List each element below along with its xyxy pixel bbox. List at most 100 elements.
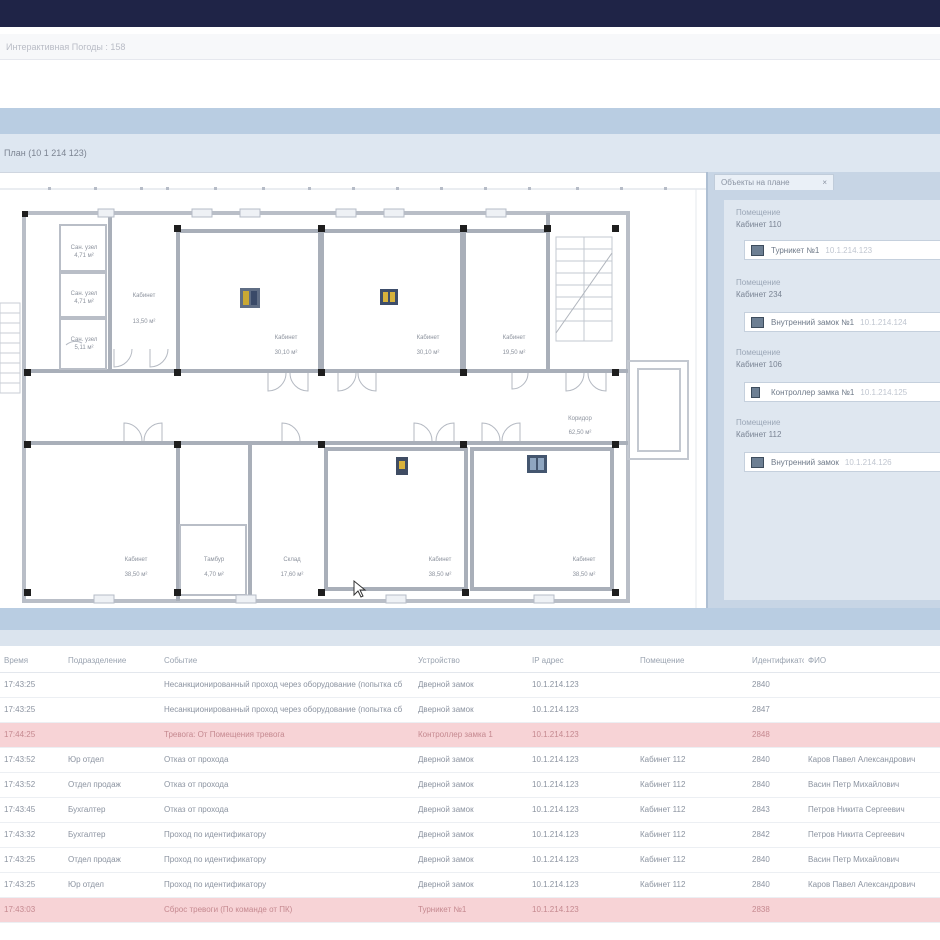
object-room[interactable]: Кабинет 112	[724, 430, 940, 444]
cell-time: 17:43:25	[0, 672, 64, 698]
cell-id: 2842	[748, 822, 804, 848]
cell-name	[804, 697, 940, 723]
cell-time: 17:43:03	[0, 897, 64, 923]
object-group: Помещение Кабинет 234 Внутренний замок №…	[724, 278, 940, 332]
column-header-device[interactable]: Устройство	[414, 650, 528, 673]
device-item[interactable]: Турникет №1 10.1.214.123	[744, 240, 940, 260]
cell-time: 17:43:45	[0, 797, 64, 823]
object-room[interactable]: Кабинет 106	[724, 360, 940, 374]
cell-name: Васин Петр Михайлович	[804, 847, 940, 873]
table-row[interactable]: 17:43:25 Несанкционированный проход чере…	[0, 697, 940, 723]
column-header-event[interactable]: Событие	[160, 650, 414, 673]
object-group: Помещение Кабинет 112 Внутренний замок 10…	[724, 418, 940, 472]
turnstile-icon	[751, 245, 764, 256]
cell-name	[804, 722, 940, 748]
room-label-name: Тамбур	[204, 557, 225, 563]
door-lock-icon[interactable]	[380, 289, 398, 305]
object-group: Помещение Кабинет 110 Турникет №1 10.1.21…	[724, 208, 940, 260]
lock-controller-icon[interactable]	[396, 457, 408, 475]
breadcrumb-bar: Интерактивная Погоды : 158	[0, 34, 940, 60]
table-row[interactable]: 17:43:52 Юр отдел Отказ от прохода Дверн…	[0, 747, 940, 773]
table-row-alarm[interactable]: 17:43:03 Сброс тревоги (По команде от ПК…	[0, 897, 940, 923]
door-lock-icon	[751, 317, 764, 328]
column-header-name[interactable]: ФИО	[804, 650, 940, 673]
table-row[interactable]: 17:43:52 Отдел продаж Отказ от прохода Д…	[0, 772, 940, 798]
right-staircase	[555, 236, 613, 342]
cell-event: Отказ от прохода	[160, 747, 414, 773]
table-row[interactable]: 17:43:25 Отдел продаж Проход по идентифи…	[0, 847, 940, 873]
cell-ip: 10.1.214.123	[528, 847, 636, 873]
section-header-band	[0, 108, 940, 134]
object-room[interactable]: Кабинет 110	[724, 220, 940, 234]
cell-room: Кабинет 112	[636, 772, 748, 798]
cell-name: Каров Павел Александрович	[804, 872, 940, 898]
close-icon[interactable]: ×	[822, 178, 827, 187]
cell-device: Дверной замок	[414, 797, 528, 823]
cell-event: Несанкционированный проход через оборудо…	[160, 697, 414, 723]
column-header-id[interactable]: Идентификатор	[748, 650, 804, 673]
internal-lock-icon	[751, 457, 764, 468]
cell-department	[64, 672, 160, 698]
cell-ip: 10.1.214.123	[528, 697, 636, 723]
room-label-area: 38,50 м²	[125, 572, 148, 578]
table-row[interactable]: 17:43:45 Бухгалтер Отказ от прохода Двер…	[0, 797, 940, 823]
cell-event: Отказ от прохода	[160, 772, 414, 798]
room-label-area: 62,50 м²	[569, 430, 592, 436]
table-row[interactable]: 17:43:32 Бухгалтер Проход по идентификат…	[0, 822, 940, 848]
objects-list: Помещение Кабинет 110 Турникет №1 10.1.21…	[724, 200, 940, 600]
device-name: Внутренний замок	[771, 458, 839, 467]
event-log-toolbar	[0, 630, 940, 646]
sanitary-cells	[59, 224, 247, 596]
cell-id: 2848	[748, 722, 804, 748]
device-item[interactable]: Контроллер замка №1 10.1.214.125	[744, 382, 940, 402]
cell-name: Каров Павел Александрович	[804, 747, 940, 773]
room-label-name: Кабинет	[503, 335, 526, 341]
cell-time: 17:43:52	[0, 747, 64, 773]
table-row[interactable]: 17:43:25 Юр отдел Проход по идентификато…	[0, 872, 940, 898]
object-group: Помещение Кабинет 106 Контроллер замка №…	[724, 348, 940, 402]
column-header-room[interactable]: Помещение	[636, 650, 748, 673]
cell-name: Петров Никита Сергеевич	[804, 797, 940, 823]
room-label-name: Коридор	[568, 416, 592, 422]
cell-device: Дверной замок	[414, 672, 528, 698]
plan-ruler	[0, 173, 706, 189]
device-item[interactable]: Внутренний замок 10.1.214.126	[744, 452, 940, 472]
cell-device: Дверной замок	[414, 847, 528, 873]
breadcrumb[interactable]: Интерактивная Погоды : 158	[6, 42, 125, 52]
column-header-department[interactable]: Подразделение	[64, 650, 160, 673]
cell-name	[804, 672, 940, 698]
cell-event: Тревога: От Помещения тревога	[160, 722, 414, 748]
room-label-area: 5,11 м²	[74, 345, 93, 351]
column-header-ip[interactable]: IP адрес	[528, 650, 636, 673]
table-row[interactable]: 17:43:25 Несанкционированный проход чере…	[0, 672, 940, 698]
column-header-time[interactable]: Время	[0, 650, 64, 673]
cell-name: Васин Петр Михайлович	[804, 772, 940, 798]
cell-department	[64, 897, 160, 923]
room-label-area: 30,10 м²	[417, 350, 440, 356]
tab-objects-on-plan[interactable]: Объекты на плане ×	[714, 174, 834, 190]
cell-time: 17:43:25	[0, 872, 64, 898]
object-type: Помещение	[736, 278, 781, 287]
room-label-name: Кабинет	[275, 335, 298, 341]
object-room[interactable]: Кабинет 234	[724, 290, 940, 304]
turnstile-icon[interactable]	[240, 288, 260, 308]
interior-walls	[24, 213, 628, 601]
cell-id: 2840	[748, 847, 804, 873]
cell-ip: 10.1.214.123	[528, 872, 636, 898]
room-label-area: 19,50 м²	[503, 350, 526, 356]
cell-id: 2840	[748, 772, 804, 798]
internal-lock-icon[interactable]	[527, 455, 547, 473]
app-title-bar	[0, 0, 940, 27]
cell-time: 17:44:25	[0, 722, 64, 748]
cell-event: Отказ от прохода	[160, 797, 414, 823]
cell-room: Кабинет 112	[636, 822, 748, 848]
cell-department: Юр отдел	[64, 747, 160, 773]
floor-plan[interactable]: Сан. узел 4,71 м² Сан. узел 4,71 м² Сан.…	[0, 173, 706, 609]
cell-department: Бухгалтер	[64, 822, 160, 848]
cell-department: Бухгалтер	[64, 797, 160, 823]
table-row-alarm[interactable]: 17:44:25 Тревога: От Помещения тревога К…	[0, 722, 940, 748]
device-name: Контроллер замка №1	[771, 388, 855, 397]
device-item[interactable]: Внутренний замок №1 10.1.214.124	[744, 312, 940, 332]
cell-event: Проход по идентификатору	[160, 847, 414, 873]
floor-plan-viewport[interactable]: Сан. узел 4,71 м² Сан. узел 4,71 м² Сан.…	[0, 172, 706, 609]
